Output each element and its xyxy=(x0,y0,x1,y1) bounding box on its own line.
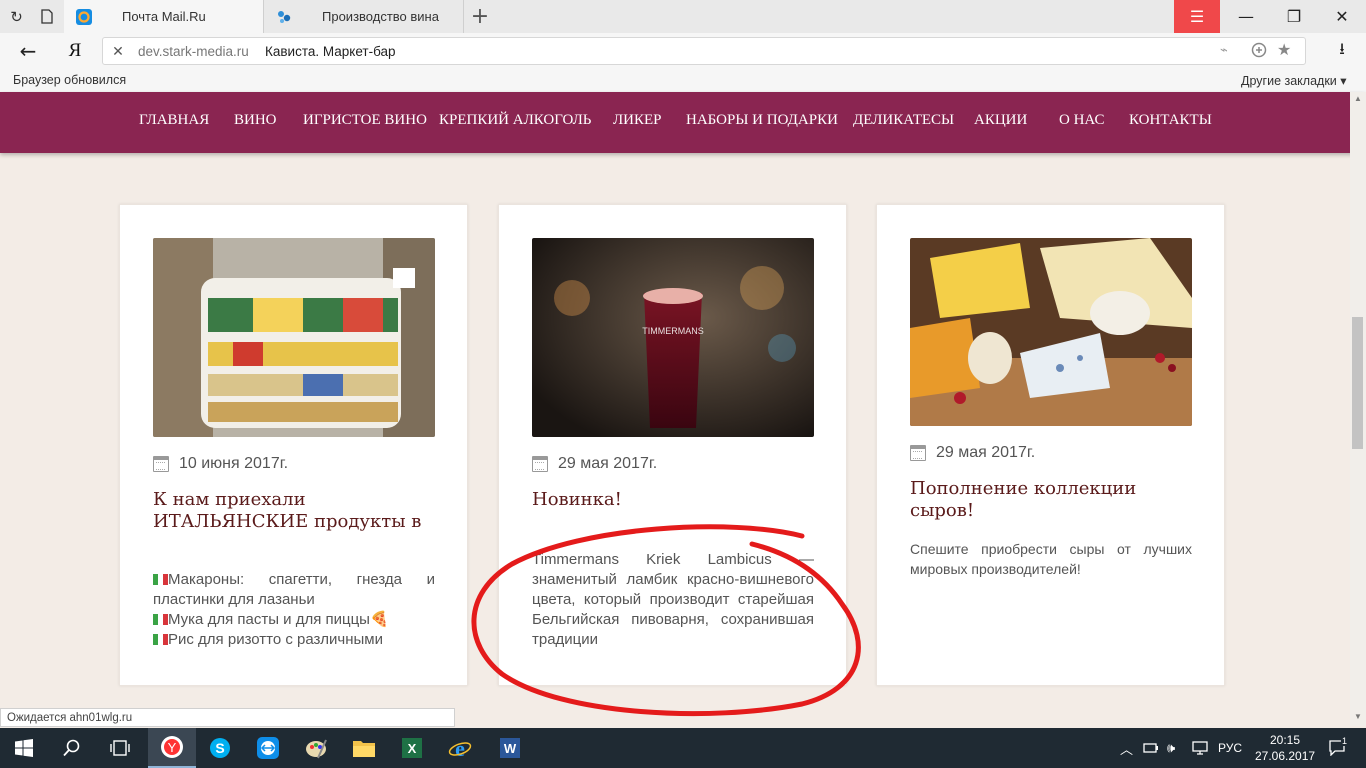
tray-chevron-icon[interactable]: ︿ xyxy=(1120,728,1133,768)
svg-text:S: S xyxy=(215,740,224,756)
list-item: Мука для пасты и для пиццы🍕 xyxy=(153,610,435,630)
stop-loading-icon[interactable]: ✕ xyxy=(109,38,127,64)
card-date-text: 29 мая 2017г. xyxy=(558,455,658,472)
svg-text:W: W xyxy=(504,741,517,756)
card-photo-store-shelves[interactable] xyxy=(153,238,435,437)
bookmark-star-icon[interactable]: ★ xyxy=(1277,40,1291,59)
site-main-nav: ГЛАВНАЯ ВИНО ИГРИСТОЕ ВИНО КРЕПКИЙ АЛКОГ… xyxy=(0,92,1366,153)
notification-badge: 1 xyxy=(1341,736,1349,746)
restore-button[interactable]: ❐ xyxy=(1270,0,1318,33)
bookmarks-bar: Браузер обновился Другие закладки ▾ xyxy=(0,69,1366,92)
action-center-icon[interactable]: 1 xyxy=(1322,728,1352,768)
tab-mail-ru[interactable]: Почта Mail.Ru xyxy=(64,0,264,33)
clock-date: 27.06.2017 xyxy=(1255,749,1316,763)
back-button[interactable]: ← xyxy=(12,33,44,69)
file-explorer-icon[interactable] xyxy=(340,728,388,768)
card-photo-beer-glass[interactable]: TIMMERMANS xyxy=(532,238,814,437)
card-date-text: 10 июня 2017г. xyxy=(179,455,289,472)
calendar-icon xyxy=(153,456,169,472)
taskbar-clock[interactable]: 20:15 27.06.2017 xyxy=(1255,732,1315,764)
url-page-title: Кависта. Маркет-бар xyxy=(265,44,396,59)
card-body: Макароны: спагетти, гнезда и пластинки д… xyxy=(153,570,435,656)
card-title[interactable]: Новинка! xyxy=(532,489,814,511)
word-icon[interactable]: W xyxy=(486,728,534,768)
news-card-italian[interactable]: 10 июня 2017г. К нам приехали ИТАЛЬЯНСКИ… xyxy=(119,204,468,686)
list-item: Макароны: спагетти, гнезда и пластинки д… xyxy=(153,571,435,608)
card-date: 29 мая 2017г. xyxy=(910,444,1035,462)
internet-explorer-icon[interactable]: e xyxy=(436,728,484,768)
nav-strong-alcohol[interactable]: КРЕПКИЙ АЛКОГОЛЬ xyxy=(439,112,591,129)
italy-flag-icon xyxy=(153,634,168,645)
tab-wine-production[interactable]: Производство вина xyxy=(264,0,464,33)
close-window-button[interactable]: ✕ xyxy=(1318,0,1366,33)
italy-flag-icon xyxy=(153,614,168,625)
news-card-cheese[interactable]: 29 мая 2017г. Пополнение коллекции сыров… xyxy=(876,204,1225,686)
red-circle-annotation xyxy=(471,524,861,717)
skype-icon[interactable]: S xyxy=(196,728,244,768)
page-scrollbar[interactable]: ▲ ▼ xyxy=(1350,92,1366,726)
yandex-logo-button[interactable]: Я xyxy=(60,33,90,69)
start-windows-icon[interactable] xyxy=(0,728,48,768)
task-view-icon[interactable] xyxy=(96,728,144,768)
download-icon[interactable]: ⭳ xyxy=(1330,33,1354,69)
card-date: 10 июня 2017г. xyxy=(153,455,288,473)
search-icon[interactable] xyxy=(48,728,96,768)
calendar-icon xyxy=(910,445,926,461)
nav-promotions[interactable]: АКЦИИ xyxy=(974,112,1027,129)
card-photo-cheese[interactable] xyxy=(910,238,1192,426)
tab-label: Производство вина xyxy=(322,9,439,24)
card-title[interactable]: К нам приехали ИТАЛЬЯНСКИЕ продукты в xyxy=(153,489,435,533)
nav-liqueur[interactable]: ЛИКЕР xyxy=(613,112,662,129)
svg-text:Y: Y xyxy=(168,740,177,755)
status-bar: Ожидается ahn01wlg.ru xyxy=(0,708,455,727)
teamviewer-icon[interactable] xyxy=(244,728,292,768)
turbo-icon[interactable] xyxy=(1251,42,1267,61)
nav-gift-sets[interactable]: НАБОРЫ И ПОДАРКИ xyxy=(686,112,838,129)
browser-tab-bar: ↻ Почта Mail.Ru Производство вина + ☰ — … xyxy=(0,0,1366,33)
scroll-up-arrow-icon[interactable]: ▲ xyxy=(1350,94,1366,103)
windows-taskbar: Y S X e W ︿ 🕪 РУС 20:15 27.06.2017 1 xyxy=(0,728,1366,768)
glass-brand-text: TIMMERMANS xyxy=(642,326,704,336)
protect-off-icon[interactable]: ⌁ xyxy=(1220,42,1228,58)
nav-home[interactable]: ГЛАВНАЯ xyxy=(139,112,209,129)
list-item: Рис для ризотто с различными xyxy=(153,630,435,650)
browser-menu-button[interactable]: ☰ xyxy=(1174,0,1220,33)
url-domain: dev.stark-media.ru xyxy=(138,44,249,59)
card-title[interactable]: Пополнение коллекции сыров! xyxy=(910,478,1192,522)
nav-about[interactable]: О НАС xyxy=(1059,112,1105,129)
language-indicator[interactable]: РУС xyxy=(1218,728,1242,768)
power-battery-icon[interactable] xyxy=(1143,728,1159,768)
mail-ru-icon xyxy=(76,8,92,25)
card-date: 29 мая 2017г. xyxy=(532,455,657,473)
yandex-browser-icon[interactable]: Y xyxy=(148,728,196,768)
page-icon[interactable] xyxy=(30,0,63,33)
volume-icon[interactable]: 🕪 xyxy=(1167,728,1175,768)
minimize-button[interactable]: — xyxy=(1222,0,1270,33)
browser-nav-bar: ← Я ✕ dev.stark-media.ru Кависта. Маркет… xyxy=(0,33,1366,69)
other-bookmarks-button[interactable]: Другие закладки ▾ xyxy=(1241,73,1347,88)
nav-wine[interactable]: ВИНО xyxy=(234,112,277,129)
card-date-text: 29 мая 2017г. xyxy=(936,444,1036,461)
calendar-icon xyxy=(532,456,548,472)
network-icon[interactable] xyxy=(1192,728,1208,768)
scrollbar-thumb[interactable] xyxy=(1352,317,1363,449)
browser-updated-notice[interactable]: Браузер обновился xyxy=(13,73,126,87)
reload-icon[interactable]: ↻ xyxy=(0,0,33,33)
clock-time: 20:15 xyxy=(1269,733,1301,747)
star-sparkle-icon xyxy=(276,9,292,25)
paint-icon[interactable] xyxy=(292,728,340,768)
nav-delicacies[interactable]: ДЕЛИКАТЕСЫ xyxy=(853,112,954,129)
nav-sparkling-wine[interactable]: ИГРИСТОЕ ВИНО xyxy=(303,112,427,129)
new-tab-button[interactable]: + xyxy=(466,0,494,33)
address-bar[interactable]: ✕ dev.stark-media.ru Кависта. Маркет-бар… xyxy=(102,37,1306,65)
tab-label: Почта Mail.Ru xyxy=(122,9,206,24)
svg-text:e: e xyxy=(455,736,465,760)
card-body: Спешите приобрести сыры от лучших мировы… xyxy=(910,541,1192,577)
svg-text:X: X xyxy=(408,741,417,756)
nav-contacts[interactable]: КОНТАКТЫ xyxy=(1129,112,1212,129)
italy-flag-icon xyxy=(153,574,168,585)
scroll-down-arrow-icon[interactable]: ▼ xyxy=(1350,712,1366,721)
excel-icon[interactable]: X xyxy=(388,728,436,768)
